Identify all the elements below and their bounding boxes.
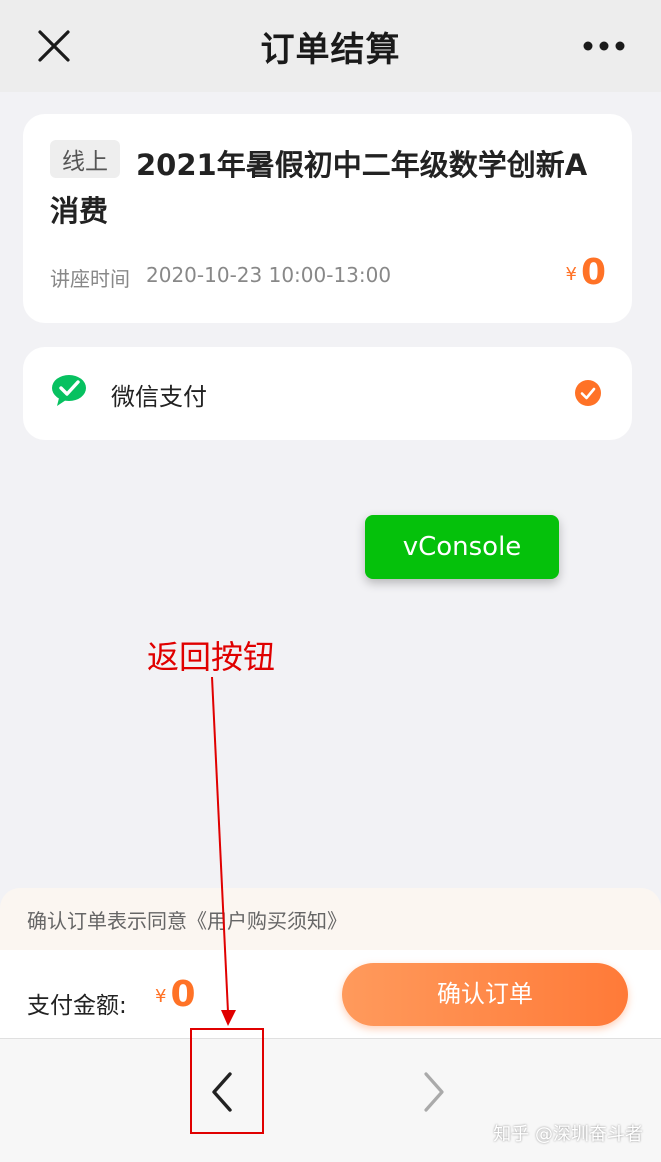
chevron-right-icon[interactable]: [410, 1066, 458, 1118]
more-icon[interactable]: [580, 38, 628, 54]
watermark: 知乎 @深圳奋斗者: [493, 1124, 643, 1145]
annotation-highlight-box: [190, 1028, 264, 1134]
payment-method-label: 微信支付: [111, 383, 207, 411]
annotation-label: 返回按钮: [147, 638, 276, 676]
confirm-order-button[interactable]: 确认订单: [342, 963, 628, 1026]
product-price: ¥0: [565, 252, 606, 293]
agreement-bar: 确认订单表示同意《用户购买须知》: [0, 888, 661, 950]
amount-value: ¥0: [155, 974, 196, 1015]
agreement-link[interactable]: 确认订单表示同意《用户购买须知》: [27, 905, 347, 934]
check-icon[interactable]: [574, 379, 602, 407]
nav-header: 订单结算: [0, 0, 661, 92]
page-title: 订单结算: [260, 30, 401, 70]
amount-currency: ¥: [155, 986, 167, 1007]
payment-method-wechat[interactable]: 微信支付: [23, 347, 632, 440]
time-value: 2020-10-23 10:00-13:00: [146, 263, 392, 287]
wechat-icon: [52, 375, 86, 406]
order-product-card: 线上 2021年暑假初中二年级数学创新A消费 讲座时间 2020-10-23 1…: [23, 114, 632, 323]
browser-toolbar: 知乎 @深圳奋斗者: [0, 1038, 661, 1162]
amount-label: 支付金额:: [27, 993, 127, 1019]
product-title: 2021年暑假初中二年级数学创新A消费: [50, 148, 588, 228]
price-currency: ¥: [565, 264, 577, 285]
amount-number: 0: [170, 974, 196, 1015]
time-label: 讲座时间: [50, 267, 130, 291]
vconsole-button[interactable]: vConsole: [365, 515, 559, 579]
price-value: 0: [580, 252, 606, 293]
checkout-bar: 支付金额: ¥0 确认订单: [0, 950, 661, 1038]
